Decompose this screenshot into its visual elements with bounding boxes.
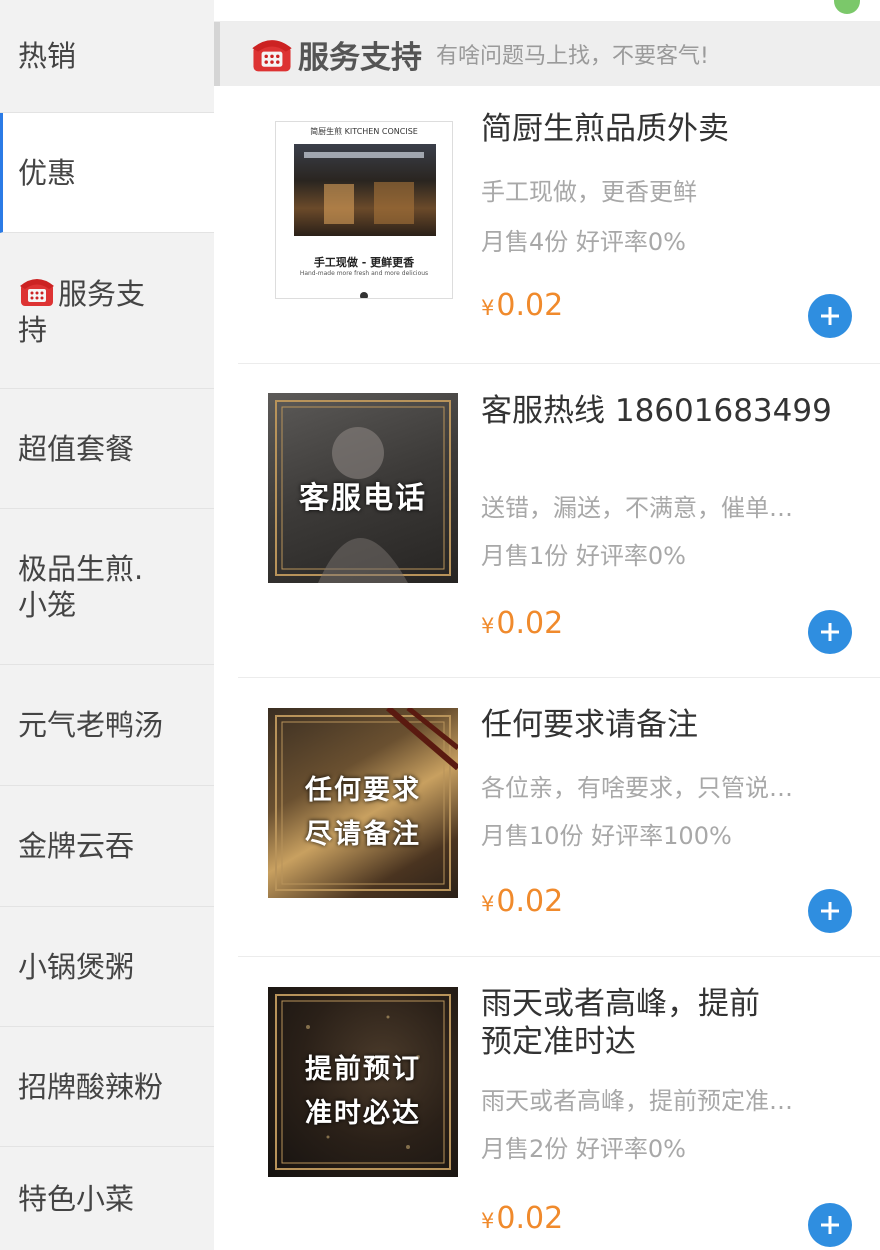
product-sales: 月售10份 好评率100%	[481, 822, 732, 850]
product-sales: 月售2份 好评率0%	[481, 1135, 686, 1163]
image-caption: 客服电话	[299, 481, 427, 516]
sidebar-item-wonton[interactable]: 金牌云吞	[0, 786, 214, 907]
sidebar-item-label: 招牌酸辣粉	[18, 1069, 164, 1104]
product-desc: 各位亲，有啥要求，只管说…	[481, 774, 793, 802]
product-name: 客服热线 18601683499	[481, 393, 832, 429]
image-caption-en: Hand-made more fresh and more delicious	[299, 270, 429, 277]
section-title: 服务支持	[298, 39, 422, 76]
product-price: ¥0.02	[481, 884, 564, 919]
sidebar-item-discount[interactable]: 优惠	[0, 113, 214, 233]
image-caption-line2: 尽请备注	[305, 819, 421, 850]
plus-icon	[821, 1216, 839, 1234]
sidebar-item-hot[interactable]: 热销	[0, 0, 214, 113]
brand-logo: 简厨生煎 KITCHEN CONCISE	[310, 127, 418, 136]
plus-icon	[821, 623, 839, 641]
image-caption: 手工现做 - 更鲜更香	[313, 256, 415, 269]
add-to-cart-button[interactable]	[808, 610, 852, 654]
product-sales: 月售1份 好评率0%	[481, 542, 686, 570]
sidebar-item-label: 特色小菜	[18, 1181, 135, 1216]
product-price: ¥0.02	[481, 288, 564, 323]
product-card[interactable]: 简厨生煎 KITCHEN CONCISE 手工现做 - 更鲜更香 Hand-ma…	[238, 86, 880, 364]
product-image: 提前预订 准时必达	[268, 987, 458, 1177]
section-subtitle: 有啥问题马上找，不要客气!	[436, 44, 709, 69]
sidebar-item-label: 小锅煲粥	[18, 949, 135, 984]
product-price: ¥0.02	[481, 1201, 564, 1236]
plus-icon	[821, 307, 839, 325]
product-card[interactable]: 任何要求 尽请备注 任何要求请备注 各位亲，有啥要求，只管说… 月售10份 好评…	[238, 678, 880, 957]
product-list: 服务支持 有啥问题马上找，不要客气! 简厨生煎 KITCHEN CONCISE …	[214, 0, 880, 1250]
product-sales: 月售4份 好评率0%	[481, 228, 686, 256]
image-caption-line2: 准时必达	[305, 1098, 421, 1129]
product-image: 任何要求 尽请备注	[268, 708, 458, 898]
product-card[interactable]: 客服电话 客服热线 18601683499 送错，漏送，不满意，催单… 月售1份…	[238, 364, 880, 678]
sidebar-item-service[interactable]: 服务支持	[0, 233, 214, 389]
product-desc: 送错，漏送，不满意，催单…	[481, 494, 793, 522]
add-button-partial[interactable]	[834, 0, 860, 14]
telephone-icon	[252, 40, 292, 72]
telephone-icon	[20, 278, 54, 306]
sidebar-item-label: 元气老鸭汤	[18, 708, 164, 742]
sidebar-item-duck-soup[interactable]: 元气老鸭汤	[0, 665, 214, 786]
product-price: ¥0.02	[481, 606, 564, 641]
storefront-photo	[294, 144, 436, 236]
sidebar-item-label: 优惠	[18, 155, 77, 190]
image-caption-line1: 任何要求	[305, 775, 421, 806]
add-to-cart-button[interactable]	[808, 294, 852, 338]
add-to-cart-button[interactable]	[808, 1203, 852, 1247]
product-image: 简厨生煎 KITCHEN CONCISE 手工现做 - 更鲜更香 Hand-ma…	[275, 121, 453, 299]
sidebar-item-combo[interactable]: 超值套餐	[0, 389, 214, 509]
product-name: 简厨生煎品质外卖	[481, 111, 729, 147]
add-to-cart-button[interactable]	[808, 889, 852, 933]
image-caption-line1: 提前预订	[305, 1054, 421, 1085]
plus-icon	[821, 902, 839, 920]
sidebar-item-label: 超值套餐	[18, 431, 135, 466]
sidebar-item-congee[interactable]: 小锅煲粥	[0, 907, 214, 1027]
previous-item-edge	[214, 0, 880, 22]
sidebar-item-shengjian[interactable]: 极品生煎.小笼	[0, 509, 214, 665]
product-name: 任何要求请备注	[481, 707, 698, 743]
sidebar-item-label: 极品生煎.小笼	[18, 551, 144, 622]
section-header: 服务支持 有啥问题马上找，不要客气!	[214, 22, 880, 86]
product-desc: 手工现做，更香更鲜	[481, 178, 697, 206]
sidebar-item-sides[interactable]: 特色小菜	[0, 1147, 214, 1250]
sidebar-item-label: 热销	[18, 39, 77, 73]
category-sidebar: 热销 优惠 服务支持 超值套餐 极品生煎.小笼 元气老鸭汤 金牌云吞 小锅煲粥 …	[0, 0, 214, 1250]
product-image: 客服电话	[268, 393, 458, 583]
product-name: 雨天或者高峰，提前预定准时达	[481, 986, 760, 1060]
product-desc: 雨天或者高峰，提前预定准…	[481, 1087, 793, 1115]
sidebar-item-label: 金牌云吞	[18, 829, 135, 863]
product-card[interactable]: 提前预订 准时必达 雨天或者高峰，提前预定准时达 雨天或者高峰，提前预定准… 月…	[238, 957, 880, 1250]
sidebar-item-noodles[interactable]: 招牌酸辣粉	[0, 1027, 214, 1147]
